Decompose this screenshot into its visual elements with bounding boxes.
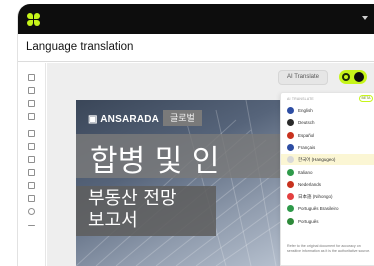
ai-translate-button[interactable]: AI Translate (278, 70, 328, 85)
translate-toggle-on-icon (342, 73, 350, 81)
grid-icon[interactable] (28, 143, 35, 150)
note-icon[interactable] (28, 169, 35, 176)
page-title: Language translation (26, 41, 134, 53)
document-page: ▣ ANSARADA 글로벌 합병 및 인 부동산 전망 보고서 (76, 100, 289, 266)
translate-toggle[interactable] (339, 70, 367, 84)
flag-icon (287, 193, 294, 201)
brand-logo: ▣ ANSARADA (88, 114, 159, 125)
language-option[interactable]: 한국어 (Hangugeo) (281, 154, 374, 166)
flag-icon (287, 217, 294, 225)
language-label: Français (298, 144, 316, 150)
language-label: Deutsch (298, 120, 315, 126)
chat-icon[interactable] (28, 182, 35, 189)
top-bar (18, 4, 374, 34)
arrow-right-icon[interactable] (28, 225, 35, 226)
subtitle-line-1: 부동산 전망 (88, 188, 177, 209)
language-option[interactable]: Português Brasileiro (281, 203, 374, 214)
list-icon[interactable] (28, 130, 35, 137)
language-label: Português Brasileiro (298, 206, 339, 212)
language-option[interactable]: Español (281, 130, 374, 141)
language-option[interactable]: English (281, 105, 374, 116)
brand-mark-icon: ▣ (88, 114, 98, 125)
language-label: Español (298, 132, 315, 138)
flag-icon (287, 143, 294, 151)
app-window: Language translation AI Translate ▣ ANSA… (17, 4, 374, 266)
language-option[interactable]: 日本語 (Nihongo) (281, 191, 374, 202)
flag-icon (287, 156, 294, 164)
brand-tag: 글로벌 (163, 110, 202, 126)
flag-icon (287, 107, 294, 114)
bookmark-icon[interactable] (28, 87, 35, 94)
viewer-toolbar: AI Translate (47, 63, 374, 91)
language-label: Italiano (298, 169, 313, 175)
mail-icon[interactable] (28, 195, 35, 202)
image-icon[interactable] (28, 113, 35, 120)
folder-icon[interactable] (28, 156, 35, 163)
account-menu-caret-icon[interactable] (362, 16, 368, 20)
beta-badge: BETA (359, 95, 373, 102)
brand-name: ANSARADA (100, 114, 160, 125)
translation-disclaimer: Refer to the original document for accur… (287, 244, 371, 253)
language-option[interactable]: Deutsch (281, 117, 374, 128)
language-label: 日本語 (Nihongo) (298, 194, 333, 200)
language-label: 한국어 (Hangugeo) (298, 157, 336, 163)
flag-icon (287, 168, 294, 176)
flag-icon (287, 205, 294, 213)
title-bar: Language translation (18, 34, 374, 62)
flag-icon (287, 131, 294, 139)
panel-header: AI TRANSLATE (287, 97, 314, 101)
subtitle-line-2: 보고서 (88, 210, 138, 231)
document-subtitle: 부동산 전망 보고서 (88, 188, 177, 232)
document-headline: 합병 및 인 (90, 144, 220, 179)
language-option[interactable]: Italiano (281, 167, 374, 178)
language-panel: AI TRANSLATE BETA English Deutsch Español F… (280, 92, 374, 266)
language-label: English (298, 108, 313, 113)
device-frame: Language translation AI Translate ▣ ANSA… (0, 0, 374, 266)
language-option[interactable]: Português (281, 216, 374, 227)
pages-icon[interactable] (28, 100, 35, 107)
ansarada-logo-icon[interactable] (27, 13, 40, 26)
translate-toggle-knob (354, 72, 364, 82)
language-option[interactable]: Français (281, 142, 374, 153)
viewer-sidebar (18, 63, 46, 266)
flag-icon (287, 180, 294, 188)
language-label: Português (298, 218, 319, 224)
language-label: Nederlands (298, 181, 322, 187)
document-icon[interactable] (28, 74, 35, 81)
settings-icon[interactable] (28, 208, 35, 215)
flag-icon (287, 119, 294, 127)
document-viewer: AI Translate ▣ ANSARADA 글로벌 합병 및 인 부동산 전… (47, 63, 374, 266)
language-option[interactable]: Nederlands (281, 179, 374, 190)
